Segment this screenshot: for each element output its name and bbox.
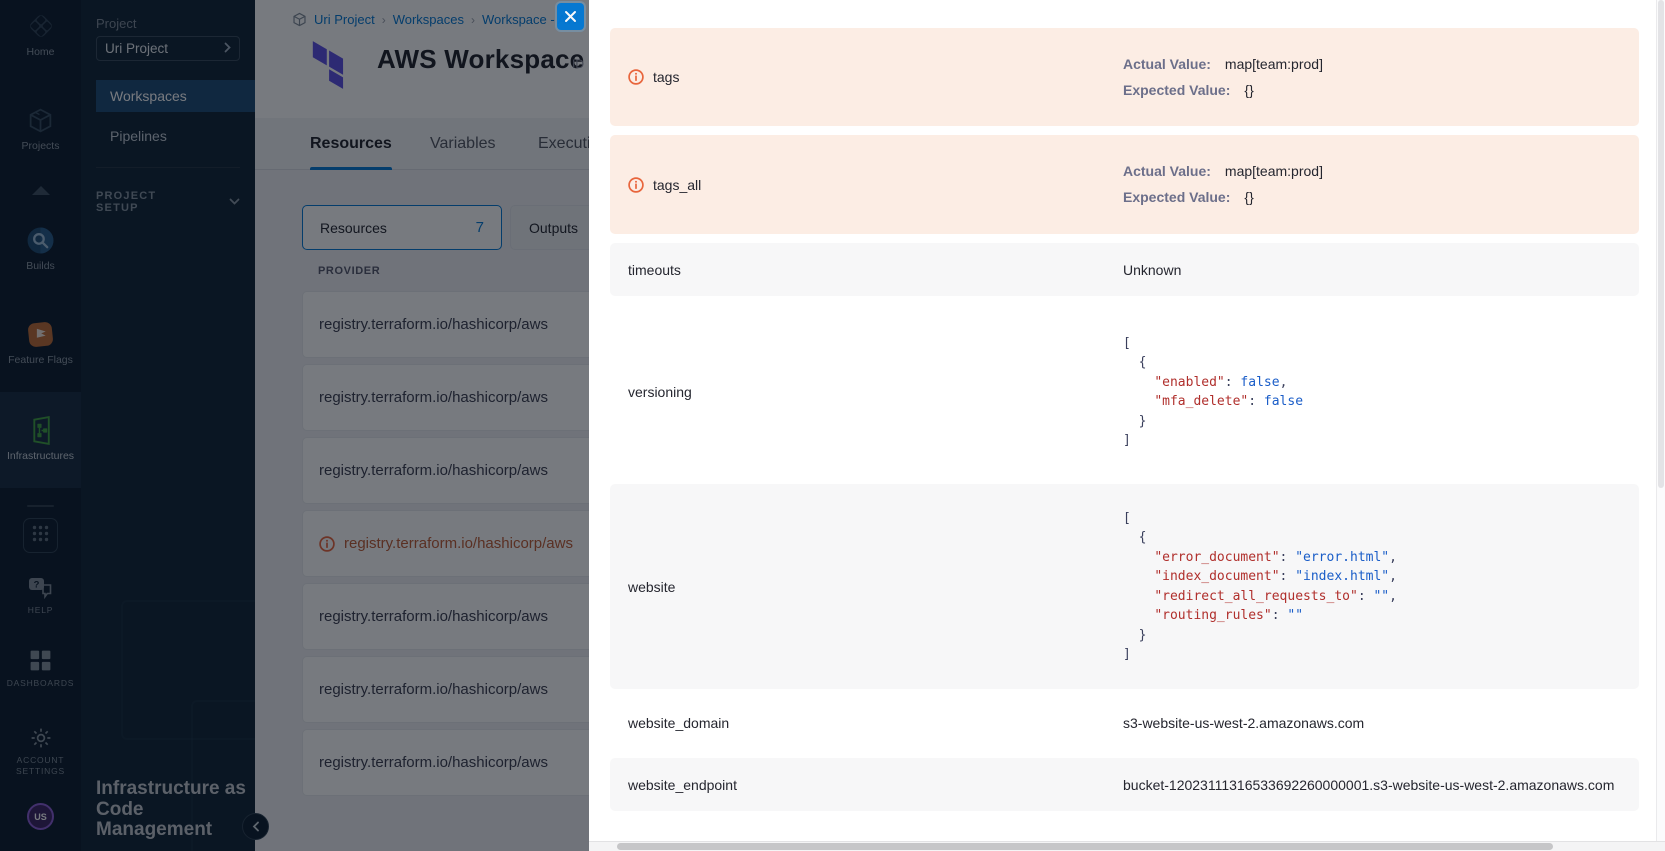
attribute-row-website_domain: website_domain s3-website-us-west-2.amazo… [610,694,1639,752]
attribute-value: Actual Value: map[team:prod] Expected Valu… [1123,156,1625,213]
horizontal-scrollbar-thumb[interactable] [617,843,1553,850]
resource-detail-drawer: tags Actual Value: map[team:prod] Expected … [589,0,1665,851]
actual-value-label: Actual Value: [1123,161,1211,182]
expected-value-label: Expected Value: [1123,187,1230,208]
attribute-name: tags_all [653,177,701,193]
attribute-name: website_domain [628,715,729,731]
attribute-name: website_endpoint [628,777,737,793]
attribute-name: website [628,579,675,595]
actual-value: map[team:prod] [1225,161,1323,182]
attribute-name: tags [653,69,679,85]
vertical-scrollbar-thumb[interactable] [1658,0,1664,488]
expected-value-label: Expected Value: [1123,80,1230,101]
json-code-block: [ { "error_document": "error.html", "ind… [1123,509,1625,665]
attribute-row-timeouts: timeouts Unknown [610,243,1639,296]
expected-value: {} [1244,187,1253,208]
actual-value: map[team:prod] [1225,54,1323,75]
attribute-row-tags: tags Actual Value: map[team:prod] Expected … [610,28,1639,126]
drift-warning-icon [628,69,644,85]
expected-value: {} [1244,80,1253,101]
attribute-row-website: website [ { "error_document": "error.html… [610,484,1639,689]
vertical-scrollbar[interactable] [1656,0,1665,841]
attribute-value: [ { "error_document": "error.html", "ind… [1123,509,1625,665]
close-drawer-button[interactable] [557,3,584,30]
attribute-value: [ { "enabled": false, "mfa_delete": fals… [1123,334,1625,451]
attribute-name: timeouts [628,262,681,278]
attribute-value: bucket-12023111316533692260000001.s3-web… [1123,777,1625,793]
actual-value-label: Actual Value: [1123,54,1211,75]
page: HomeProjectsBuildsFeature FlagsInfrastru… [0,0,1665,851]
attribute-row-tags_all: tags_all Actual Value: map[team:prod] Expec… [610,135,1639,234]
horizontal-scrollbar[interactable] [589,841,1665,851]
attribute-value: Unknown [1123,262,1625,278]
attribute-value: Actual Value: map[team:prod] Expected Valu… [1123,49,1625,106]
close-icon [564,10,577,23]
json-code-block: [ { "enabled": false, "mfa_delete": fals… [1123,334,1625,451]
attribute-row-versioning: versioning [ { "enabled": false, "mfa_del… [610,305,1639,479]
attribute-row-website_endpoint: website_endpoint bucket-12023111316533692… [610,758,1639,811]
drift-warning-icon [628,177,644,193]
attribute-value: s3-website-us-west-2.amazonaws.com [1123,715,1625,731]
attribute-name: versioning [628,384,692,400]
